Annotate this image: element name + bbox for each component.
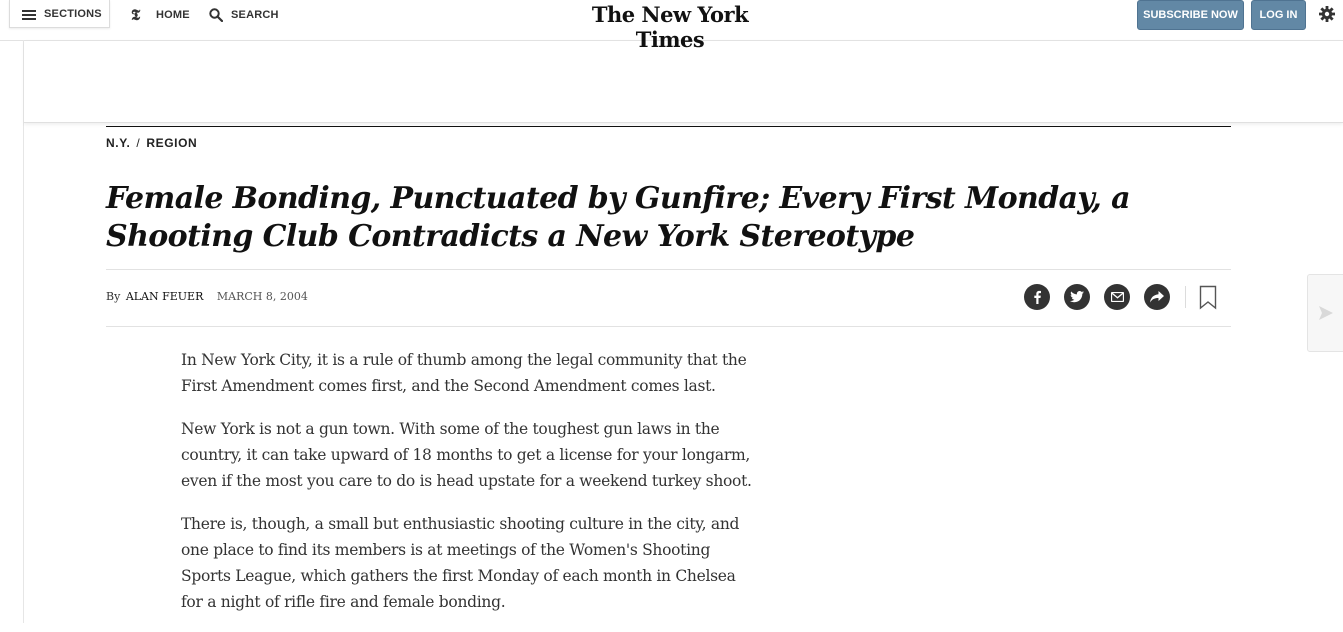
twitter-share-button[interactable]: [1064, 284, 1090, 310]
search-label: SEARCH: [231, 9, 279, 21]
nyt-t-logo-icon: 𝕿: [131, 6, 141, 24]
story-paragraph: In New York City, it is a rule of thumb …: [181, 351, 747, 395]
sections-button[interactable]: SECTIONS: [9, 0, 110, 28]
breadcrumb-region-link[interactable]: REGION: [146, 136, 197, 150]
facebook-icon: [1034, 290, 1041, 304]
gear-icon[interactable]: [1318, 5, 1336, 23]
email-icon: [1110, 292, 1124, 302]
article-headline: Female Bonding, Punctuated by Gunfire; E…: [106, 181, 1131, 254]
publish-date: MARCH 8, 2004: [216, 290, 308, 303]
byline: By ALAN FEUER MARCH 8, 2004: [106, 290, 308, 303]
author-link[interactable]: ALAN FEUER: [126, 290, 204, 303]
home-link[interactable]: 𝕿 HOME: [131, 6, 190, 24]
more-share-button[interactable]: [1144, 284, 1170, 310]
email-share-button[interactable]: [1104, 284, 1130, 310]
chevron-right-icon: [1319, 306, 1333, 320]
ad-placeholder: [24, 40, 1343, 123]
home-label: HOME: [156, 9, 190, 21]
byline-prefix: By: [106, 290, 121, 303]
breadcrumb-ny-link[interactable]: N.Y.: [106, 136, 130, 150]
kicker-rule: [106, 126, 1231, 127]
page-left-border: [23, 40, 24, 623]
breadcrumb-separator: /: [136, 136, 141, 150]
next-article-flag[interactable]: [1307, 274, 1343, 352]
story-paragraph: There is, though, a small but enthusiast…: [181, 515, 740, 611]
sections-label: SECTIONS: [44, 8, 102, 20]
share-icon: [1150, 291, 1164, 303]
article-body: In New York City, it is a rule of thumb …: [181, 347, 753, 632]
top-navigation-bar: SECTIONS 𝕿 HOME SEARCH The New York Time…: [0, 0, 1343, 52]
twitter-icon: [1070, 291, 1084, 303]
facebook-share-button[interactable]: [1024, 284, 1050, 310]
story-paragraph: New York is not a gun town. With some of…: [181, 420, 752, 490]
share-divider: [1185, 286, 1186, 308]
headline-divider: [106, 269, 1231, 270]
search-link[interactable]: SEARCH: [209, 8, 279, 22]
breadcrumb: N.Y. / REGION: [106, 136, 197, 150]
byline-divider: [106, 326, 1231, 327]
subscribe-button[interactable]: SUBSCRIBE NOW: [1137, 0, 1244, 30]
bookmark-icon[interactable]: [1199, 285, 1217, 310]
search-icon: [209, 8, 223, 22]
login-button[interactable]: LOG IN: [1251, 0, 1306, 30]
hamburger-menu-icon: [22, 10, 36, 20]
